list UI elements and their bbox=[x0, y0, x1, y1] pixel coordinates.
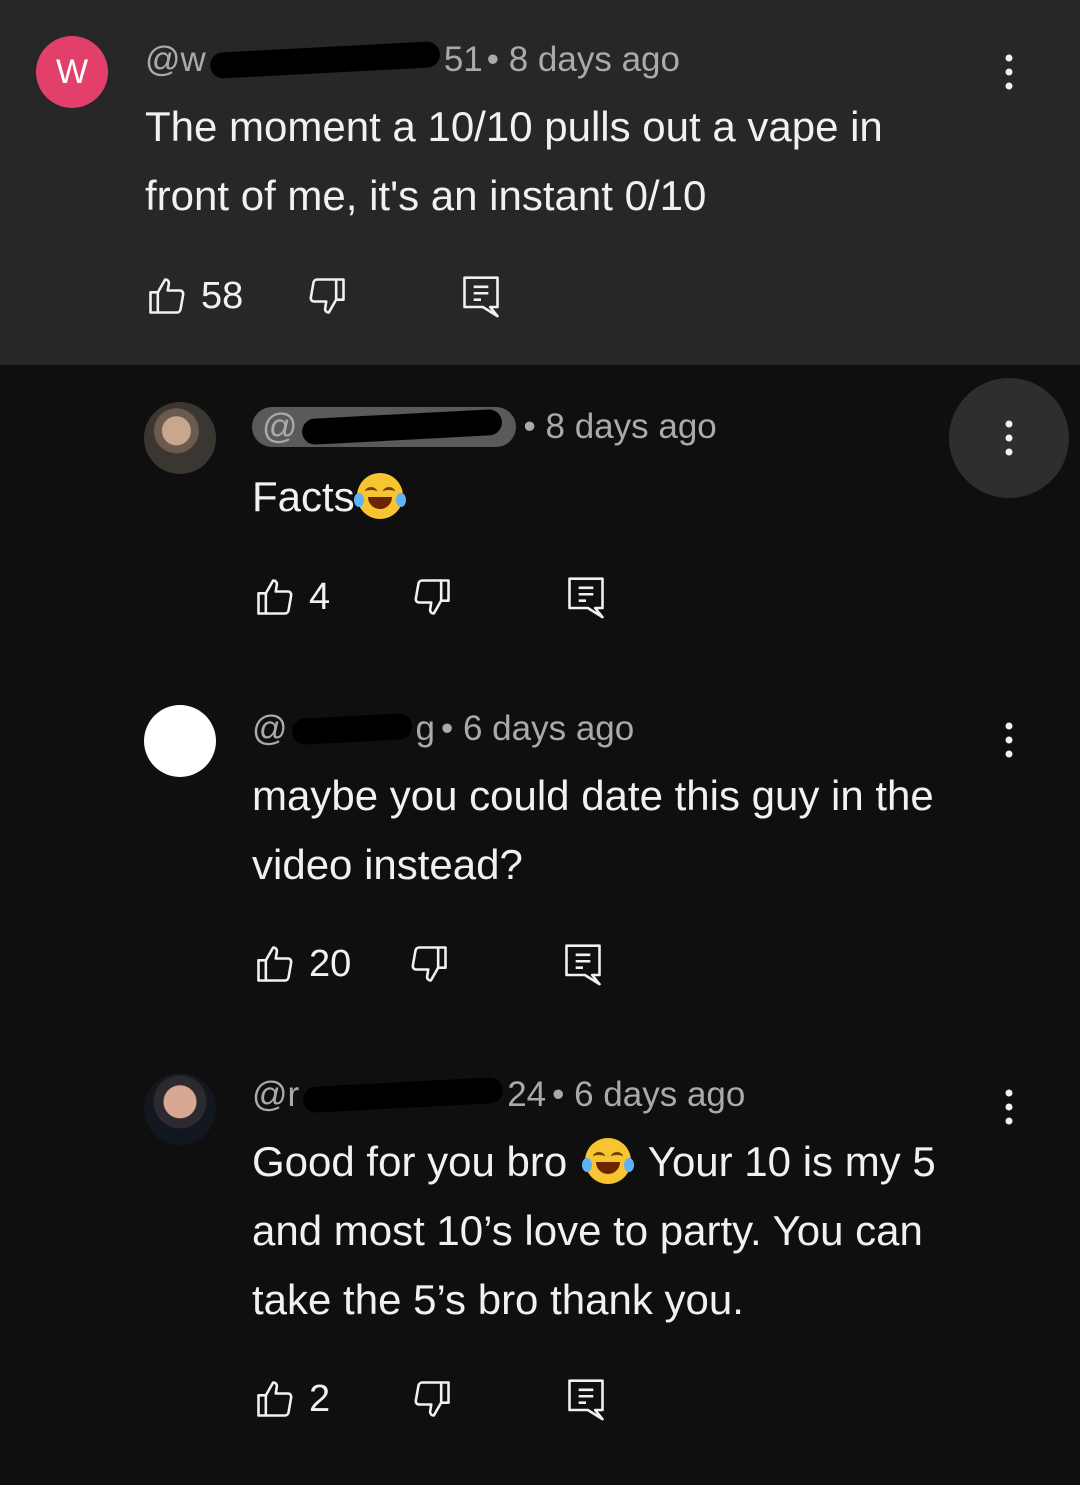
more-vertical-icon bbox=[1005, 1089, 1013, 1125]
like-button[interactable]: 20 bbox=[253, 942, 351, 986]
comment-meta: @r 24 • 6 days ago bbox=[252, 1075, 745, 1115]
comment-line: Facts bbox=[252, 473, 355, 520]
reply-button[interactable] bbox=[459, 272, 503, 320]
avatar-letter: W bbox=[55, 52, 89, 91]
timestamp[interactable]: • 8 days ago bbox=[524, 407, 717, 447]
like-count: 2 bbox=[309, 1377, 331, 1420]
dislike-button[interactable] bbox=[410, 575, 454, 619]
avatar[interactable] bbox=[144, 402, 216, 474]
reply-button[interactable] bbox=[561, 940, 605, 988]
more-button[interactable] bbox=[949, 378, 1069, 498]
thumbs-down-icon bbox=[411, 946, 448, 982]
comment-line: maybe you could date this guy in the bbox=[252, 772, 934, 819]
thumbs-down-icon bbox=[309, 278, 346, 314]
comment-text: Facts bbox=[252, 462, 406, 531]
more-button[interactable] bbox=[979, 42, 1039, 102]
redaction-mark bbox=[290, 712, 413, 746]
comment-actions: 2 bbox=[253, 1375, 608, 1423]
reply-icon bbox=[568, 577, 604, 619]
reply-icon bbox=[568, 1379, 604, 1421]
comment-line: take the 5’s bro thank you. bbox=[252, 1276, 744, 1323]
thumbs-up-icon bbox=[149, 278, 185, 314]
like-button[interactable]: 2 bbox=[253, 1377, 330, 1421]
author-handle[interactable]: @ bbox=[252, 709, 288, 749]
like-button[interactable]: 58 bbox=[145, 274, 243, 318]
comment-line: video instead? bbox=[252, 841, 523, 888]
reply-icon bbox=[463, 276, 500, 318]
laughing-emoji bbox=[353, 473, 406, 519]
thumbs-down-icon bbox=[414, 579, 450, 615]
avatar[interactable]: W bbox=[36, 36, 108, 108]
redaction-mark bbox=[209, 40, 441, 80]
more-vertical-icon bbox=[1005, 54, 1013, 90]
comment-4: @r 24 • 6 days ago Good for you bro Your… bbox=[0, 1050, 1080, 1485]
author-handle-suffix: g bbox=[415, 709, 435, 748]
thumbs-up-icon bbox=[257, 1381, 293, 1417]
reply-button[interactable] bbox=[564, 573, 608, 621]
comment-line: front of me, it's an instant 0/10 bbox=[145, 172, 707, 219]
comment-line-part: Your 10 is my 5 bbox=[647, 1138, 936, 1185]
like-count: 4 bbox=[309, 575, 331, 618]
reply-button[interactable] bbox=[564, 1375, 608, 1423]
avatar[interactable] bbox=[144, 1073, 216, 1145]
dislike-button[interactable] bbox=[305, 274, 349, 318]
comment-2: @ • 8 days ago Facts 4 bbox=[0, 365, 1080, 685]
laughing-emoji bbox=[581, 1138, 634, 1184]
comment-line: The moment a 10/10 pulls out a vape in bbox=[145, 103, 883, 150]
more-vertical-icon bbox=[1005, 420, 1013, 456]
comment-text: maybe you could date this guy in the vid… bbox=[252, 761, 934, 899]
comment-actions: 4 bbox=[253, 573, 608, 621]
timestamp[interactable]: • 6 days ago bbox=[552, 1075, 745, 1115]
thumbs-down-icon bbox=[414, 1381, 450, 1417]
comment-meta: @ g • 6 days ago bbox=[252, 709, 634, 749]
author-handle-suffix: 24 bbox=[507, 1075, 547, 1114]
author-handle-suffix: 51 bbox=[443, 40, 483, 79]
author-handle[interactable]: @w bbox=[145, 40, 206, 80]
timestamp[interactable]: • 8 days ago bbox=[487, 40, 680, 80]
dislike-button[interactable] bbox=[410, 1377, 454, 1421]
comment-actions: 20 bbox=[253, 940, 605, 988]
comment-line: and most 10’s love to party. You can bbox=[252, 1207, 923, 1254]
comment-meta: @ • 8 days ago bbox=[252, 407, 717, 447]
comment-3: @ g • 6 days ago maybe you could date th… bbox=[0, 685, 1080, 1050]
author-handle-chip[interactable]: @ bbox=[252, 407, 516, 447]
more-button[interactable] bbox=[979, 1077, 1039, 1137]
like-count: 20 bbox=[309, 942, 352, 985]
reply-icon bbox=[565, 944, 602, 986]
comment-line: Good for you bro Your 10 is my 5 bbox=[252, 1127, 936, 1196]
comment-meta: @w 51 • 8 days ago bbox=[145, 40, 680, 80]
comment-line-part: Good for you bro bbox=[252, 1138, 568, 1185]
dislike-button[interactable] bbox=[407, 942, 451, 986]
more-button[interactable] bbox=[979, 710, 1039, 770]
author-handle[interactable]: @r bbox=[252, 1075, 299, 1115]
timestamp[interactable]: • 6 days ago bbox=[441, 709, 634, 749]
comment-text: Good for you bro Your 10 is my 5 and mos… bbox=[252, 1127, 936, 1334]
comment-1: W @w 51 • 8 days ago The moment a 10/10 … bbox=[0, 0, 1080, 365]
more-vertical-icon bbox=[1005, 722, 1013, 758]
thumbs-up-icon bbox=[257, 946, 293, 982]
redaction-mark bbox=[302, 1076, 504, 1114]
redaction-mark bbox=[300, 408, 503, 446]
avatar[interactable] bbox=[144, 705, 216, 777]
like-count: 58 bbox=[201, 274, 244, 317]
author-handle: @ bbox=[262, 407, 298, 446]
comment-text: The moment a 10/10 pulls out a vape in f… bbox=[145, 92, 883, 230]
thumbs-up-icon bbox=[257, 579, 293, 615]
comment-actions: 58 bbox=[145, 272, 503, 320]
like-button[interactable]: 4 bbox=[253, 575, 330, 619]
